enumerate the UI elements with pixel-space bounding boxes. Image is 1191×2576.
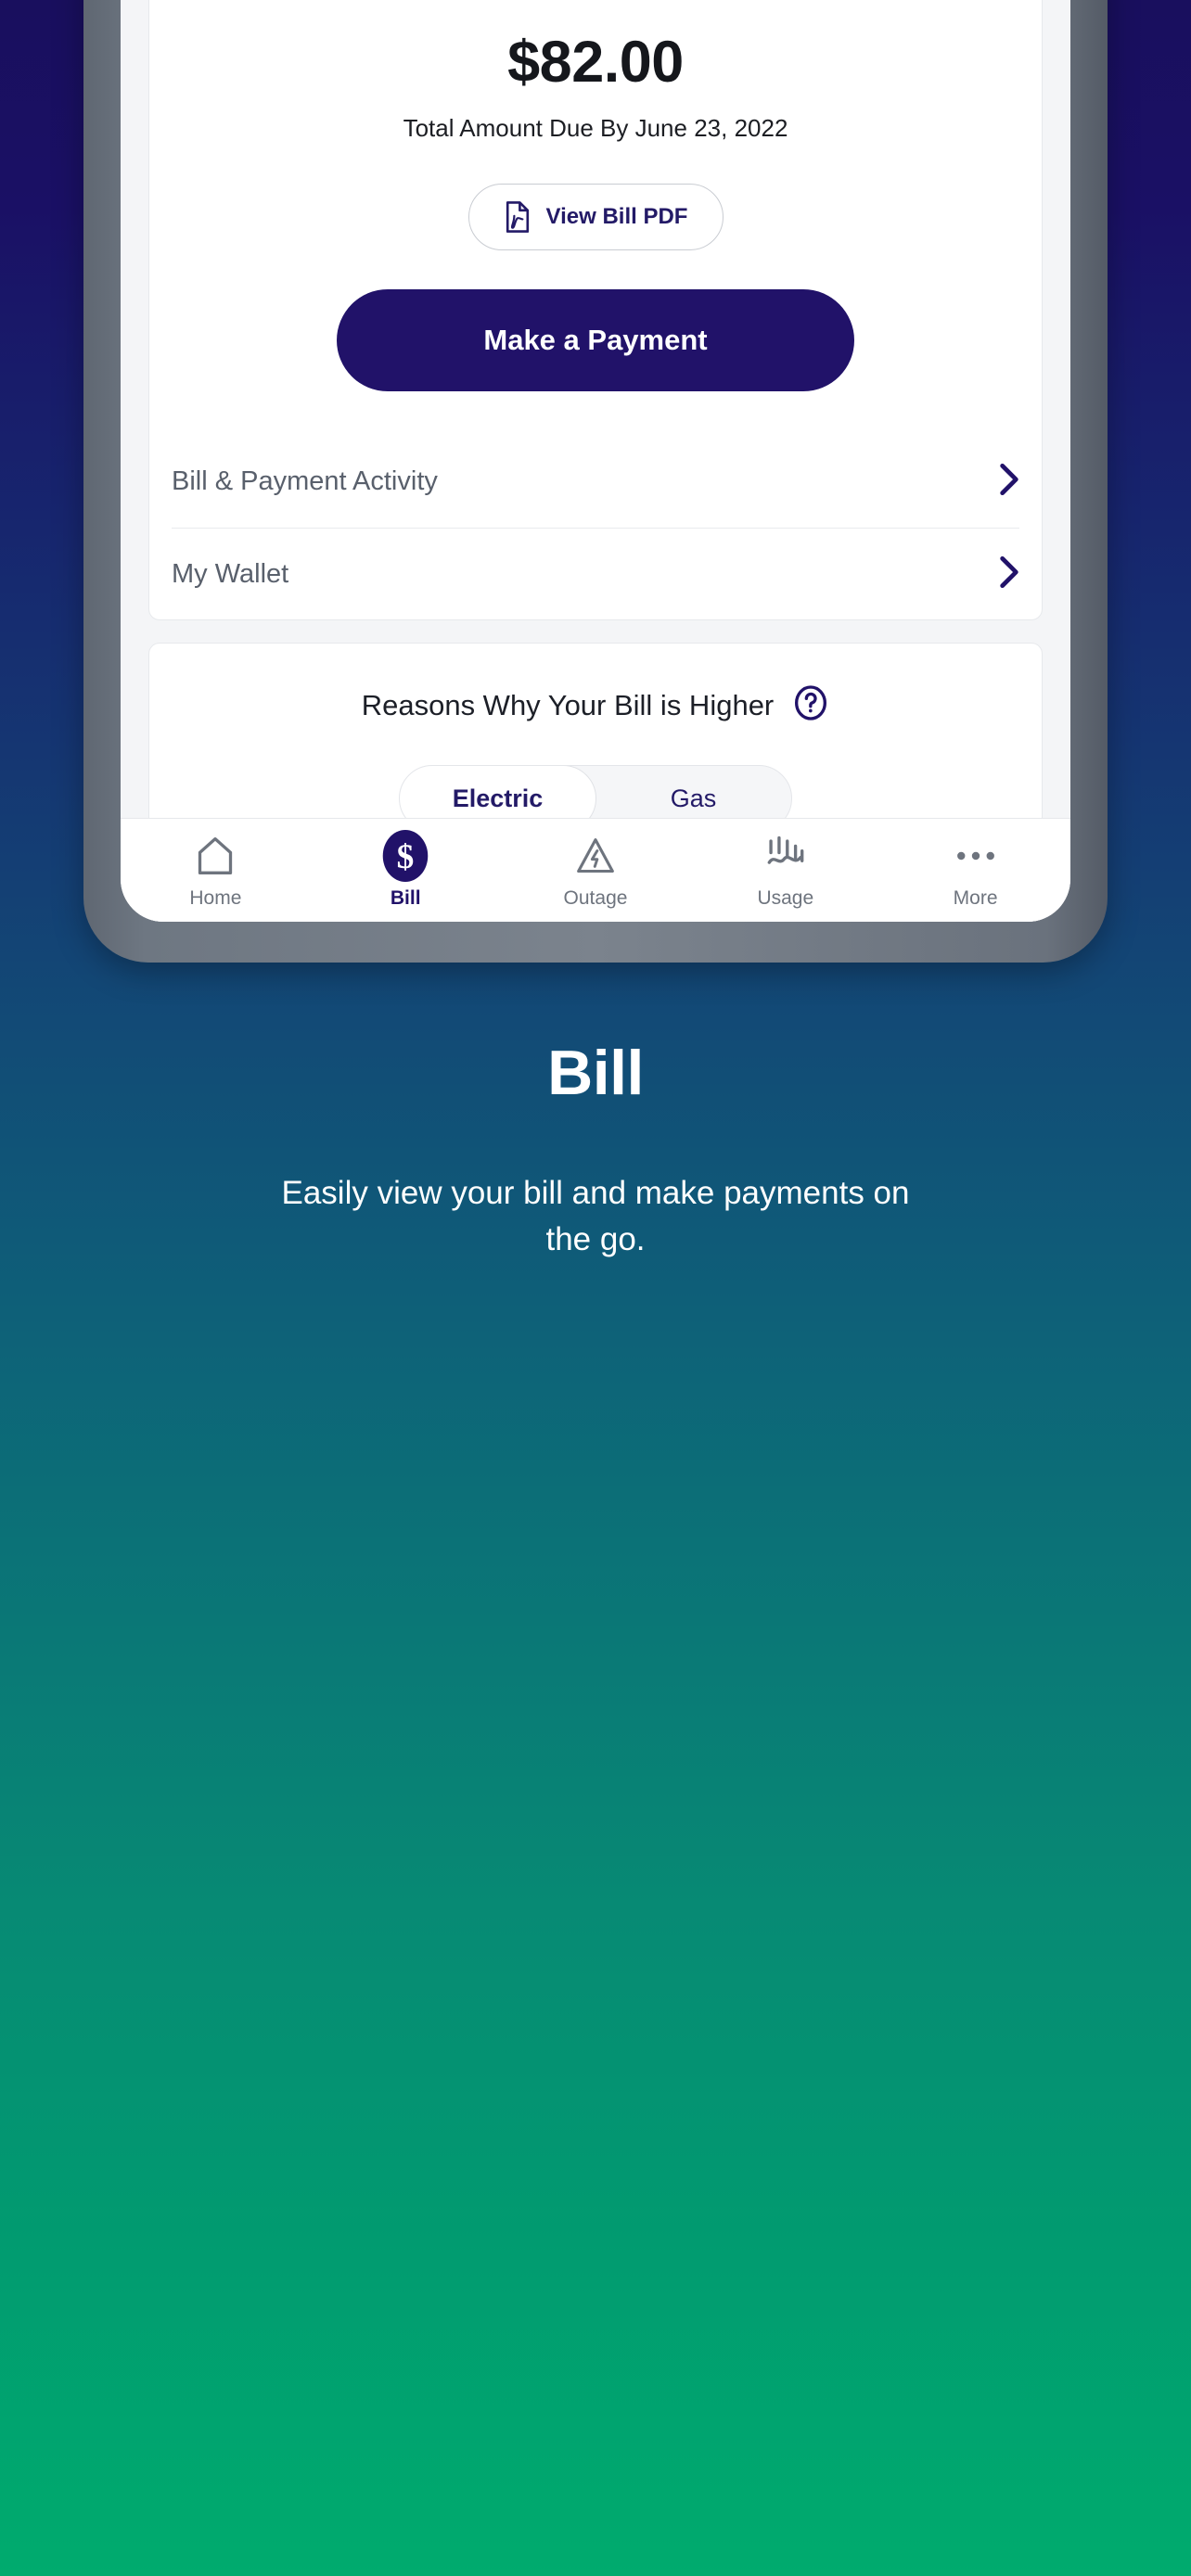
tab-bill[interactable]: $ Bill — [311, 830, 501, 910]
dollar-icon: $ — [382, 830, 429, 882]
bottom-tab-bar: Home $ Bill Outage Usage More — [121, 818, 1070, 922]
tab-usage-label: Usage — [757, 887, 814, 909]
home-icon — [196, 834, 235, 878]
promo-section: Bill Easily view your bill and make paym… — [0, 1037, 1191, 1262]
tab-usage[interactable]: Usage — [690, 834, 880, 910]
my-wallet-label: My Wallet — [172, 558, 289, 589]
view-bill-pdf-button[interactable]: View Bill PDF — [467, 184, 724, 250]
bill-summary-card: $82.00 Total Amount Due By June 23, 2022… — [148, 0, 1043, 620]
tab-outage-label: Outage — [563, 887, 628, 909]
tab-home[interactable]: Home — [121, 834, 311, 910]
bill-links-list: Bill & Payment Activity My Wallet — [149, 436, 1042, 619]
reasons-title: Reasons Why Your Bill is Higher — [361, 688, 775, 721]
pdf-file-icon — [504, 200, 531, 234]
outage-icon — [575, 834, 616, 878]
chevron-right-icon — [999, 462, 1019, 502]
tab-home-label: Home — [189, 887, 242, 909]
usage-icon — [764, 834, 807, 878]
view-bill-pdf-label: View Bill PDF — [545, 204, 688, 229]
tab-more-label: More — [953, 887, 998, 909]
promo-subtitle: Easily view your bill and make payments … — [281, 1175, 910, 1257]
my-wallet-row[interactable]: My Wallet — [172, 528, 1019, 619]
reasons-header: Reasons Why Your Bill is Higher — [149, 644, 1042, 726]
screen-scroll-area: $82.00 Total Amount Due By June 23, 2022… — [121, 0, 1070, 922]
tab-more[interactable]: More — [880, 834, 1070, 910]
bill-payment-activity-row[interactable]: Bill & Payment Activity — [172, 436, 1019, 528]
chevron-right-icon — [999, 555, 1019, 594]
promo-title: Bill — [547, 1038, 644, 1108]
svg-text:$: $ — [397, 838, 415, 876]
phone-screen: ❚❚ ◀❚❚ $82.00 Total Amount Due By June 2… — [121, 0, 1070, 922]
ellipsis-icon — [954, 834, 997, 878]
tab-outage[interactable]: Outage — [501, 834, 691, 910]
help-icon[interactable] — [792, 684, 829, 726]
tab-bill-label: Bill — [390, 887, 421, 909]
amount-due: $82.00 — [507, 30, 684, 95]
due-date-text: Total Amount Due By June 23, 2022 — [403, 114, 788, 142]
bill-payment-activity-label: Bill & Payment Activity — [172, 466, 438, 496]
make-payment-button[interactable]: Make a Payment — [337, 289, 854, 391]
